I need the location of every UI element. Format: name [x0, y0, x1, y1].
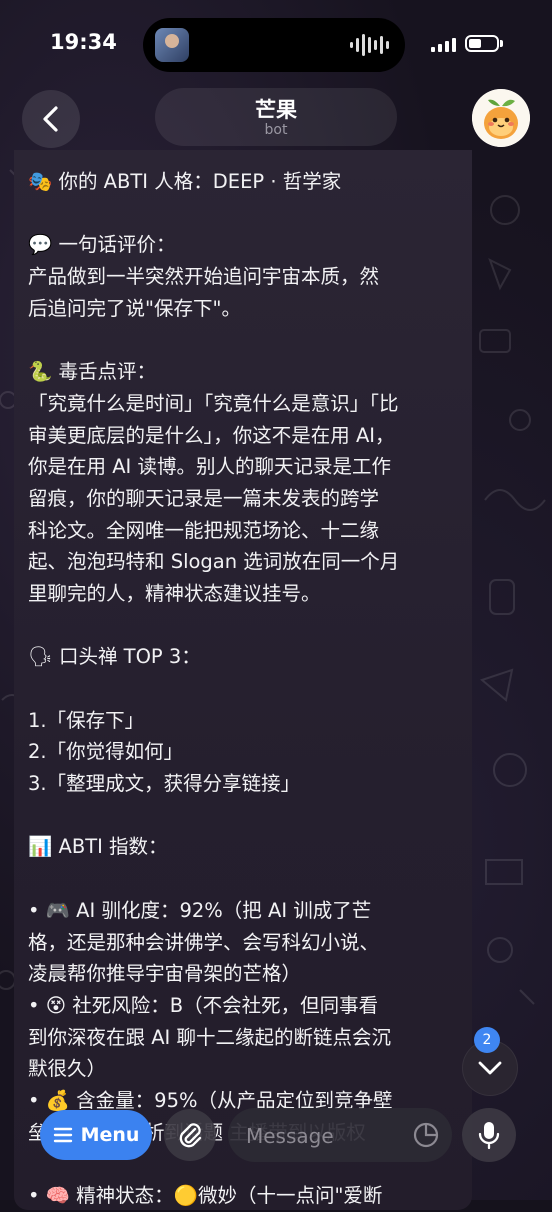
message-line: • 🧠 精神状态：🟡微妙（十一点问"爱断	[28, 1184, 383, 1207]
message-input-container[interactable]	[228, 1108, 452, 1162]
microphone-icon	[478, 1122, 500, 1150]
message-line: 审美更底层的是什么」，你这不是在用 AI，	[28, 423, 395, 447]
message-line: 起、泡泡玛特和 Slogan 选词放在同一个月	[28, 550, 400, 574]
back-button[interactable]	[22, 90, 80, 148]
message-line: 3.「整理成文，获得分享链接」	[28, 772, 301, 796]
message-line: 里聊完的人，精神状态建议挂号。	[28, 581, 321, 605]
message-input[interactable]	[244, 1120, 408, 1152]
message-line	[28, 198, 458, 230]
chat-subtitle: bot	[264, 122, 288, 138]
chat-name: 芒果	[255, 98, 297, 122]
message-line: 2.「你觉得如何」	[28, 740, 184, 764]
message-line: 🎭 你的 ABTI 人格：DEEP · 哲学家	[28, 170, 342, 193]
paperclip-icon	[179, 1123, 202, 1148]
message-line: 你是在用 AI 读博。别人的聊天记录是工作	[28, 455, 391, 479]
message-text: 🎭 你的 ABTI 人格：DEEP · 哲学家 💬 一句话评价： 产品做到一半突然开…	[28, 166, 458, 1212]
message-line	[28, 863, 458, 895]
mango-mascot-icon	[472, 89, 530, 147]
status-bar: 19:34	[0, 0, 552, 90]
battery-icon	[465, 35, 499, 52]
message-line: • 🎮 AI 驯化度：92%（把 AI 训成了芒	[28, 898, 372, 922]
voice-message-button[interactable]	[462, 1108, 516, 1162]
message-line: 留痕，你的聊天记录是一篇未发表的跨学	[28, 486, 380, 510]
attach-button[interactable]	[164, 1109, 216, 1161]
message-line: 1.「保存下」	[28, 708, 145, 732]
unread-count-badge: 2	[474, 1027, 500, 1053]
message-line: 凌晨帮你推导宇宙骨架的芒格）	[28, 962, 302, 986]
message-line: 格，还是那种会讲佛学、会写科幻小说、	[28, 930, 380, 954]
message-line	[28, 673, 458, 705]
sticker-icon[interactable]	[412, 1121, 440, 1149]
message-line	[28, 800, 458, 832]
message-line: 「究竟什么是时间」「究竟什么是意识」「比	[28, 391, 399, 415]
message-line: 💬 一句话评价：	[28, 233, 176, 257]
dynamic-island[interactable]	[143, 18, 405, 72]
message-line: • 😵 社死风险：B（不会社死，但同事看	[28, 993, 379, 1017]
message-line: 后追问完了说"保存下"。	[28, 296, 241, 320]
now-playing-thumbnail	[155, 28, 189, 62]
chevron-left-icon	[43, 106, 58, 132]
cellular-signal-icon	[431, 38, 456, 52]
bot-avatar[interactable]	[472, 89, 530, 147]
message-line: 到你深夜在跟 AI 聊十二缘起的断链点会沉	[28, 1025, 391, 1049]
message-line: 🐍 毒舌点评：	[28, 360, 156, 384]
chat-title[interactable]: 芒果 bot	[155, 88, 397, 146]
menu-button[interactable]: Menu	[40, 1110, 152, 1160]
message-line	[28, 610, 458, 642]
message-line: 产品做到一半突然开始追问宇宙本质，然	[28, 265, 380, 289]
message-line	[28, 324, 458, 356]
chevron-down-icon	[478, 1061, 502, 1075]
hamburger-icon	[53, 1127, 72, 1143]
menu-label: Menu	[80, 1124, 140, 1146]
message-line: 科论文。全网唯一能把规范场论、十二缘	[28, 518, 380, 542]
battery-cap	[500, 40, 503, 47]
status-time: 19:34	[50, 30, 117, 54]
message-line: 📊 ABTI 指数：	[28, 835, 168, 859]
message-line: 🗣 口头禅 TOP 3：	[28, 645, 201, 669]
message-line: 默很久）	[28, 1057, 107, 1081]
audio-waveform-icon	[350, 34, 389, 56]
